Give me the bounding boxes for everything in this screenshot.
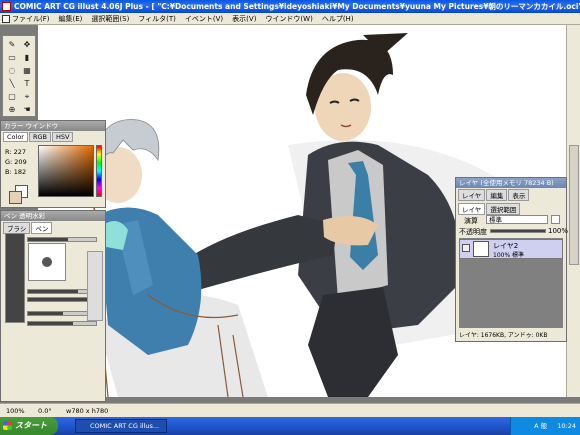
angle-readout: 0.0° xyxy=(38,407,52,415)
tab-selection[interactable]: 選択範囲 xyxy=(486,203,521,215)
ime-indicator[interactable]: A 般 xyxy=(534,422,547,430)
saturation-value-picker[interactable] xyxy=(38,145,94,197)
layer-opacity-slider[interactable] xyxy=(490,229,546,233)
menu-view[interactable]: 表示(V) xyxy=(232,14,256,24)
menu-filter[interactable]: フィルタ(T) xyxy=(138,14,176,24)
status-bar: 100% 0.0° w780 x h780 xyxy=(0,403,580,417)
hand-tool-icon[interactable]: ☚ xyxy=(20,104,34,115)
brush-dot-icon xyxy=(42,257,52,267)
blend-mode-label: 演算 xyxy=(464,217,478,225)
green-value: G: 209 xyxy=(5,158,27,166)
tab-hsv[interactable]: HSV xyxy=(52,132,74,142)
start-button[interactable]: スタート xyxy=(0,417,58,435)
scrollbar-thumb[interactable] xyxy=(569,145,579,265)
fill-tool-icon[interactable]: ▮ xyxy=(20,52,34,63)
tab-rgb[interactable]: RGB xyxy=(28,132,51,142)
water-slider[interactable] xyxy=(27,321,97,326)
line-tool-icon[interactable]: ╲ xyxy=(5,78,19,89)
texture-selector[interactable] xyxy=(87,251,103,321)
layer-thumbnail xyxy=(473,241,489,257)
menu-window[interactable]: ウインドウ(W) xyxy=(265,14,312,24)
canvas-size-readout: w780 x h780 xyxy=(66,407,109,415)
layer-mode-tabs: レイヤ 選択範囲 xyxy=(456,202,566,216)
menu-selection[interactable]: 選択範囲(S) xyxy=(91,14,129,24)
brush-size-slider[interactable] xyxy=(27,237,97,242)
tab-layer[interactable]: レイヤ xyxy=(458,203,486,215)
opacity-label: 不透明度 xyxy=(459,228,487,236)
zoom-tool-icon[interactable]: ⊕ xyxy=(5,104,19,115)
document-icon[interactable] xyxy=(2,15,10,23)
tool-palette: ✎ ✥ ▭ ▮ ◌ ▦ ╲ T ▢ ⌖ ⊕ ☚ xyxy=(2,35,36,117)
zoom-readout: 100% xyxy=(6,407,25,415)
blue-value: B: 182 xyxy=(5,168,27,176)
tab-pen[interactable]: ペン xyxy=(31,222,53,234)
layer-lock-icon[interactable] xyxy=(551,215,560,224)
window-title: COMIC ART CG illust 4.06J Plus - [ "C:¥D… xyxy=(14,2,580,11)
layer-panel-title: レイヤ (全使用メモリ 78234 B) xyxy=(456,178,566,188)
tab-layer-edit[interactable]: 編集 xyxy=(486,189,508,201)
title-bar: COMIC ART CG illust 4.06J Plus - [ "C:¥D… xyxy=(0,0,580,13)
eye-icon[interactable] xyxy=(462,244,470,252)
memory-status: レイヤ: 1676KB, アンドゥ: 0KB xyxy=(459,332,548,339)
opacity-value: 100% xyxy=(548,227,569,235)
red-value: R: 227 xyxy=(5,148,26,156)
menu-help[interactable]: ヘルプ(H) xyxy=(322,14,354,24)
pen-panel-title: ペン 透明水彩 xyxy=(1,211,105,221)
clock: 10:24 xyxy=(557,422,576,430)
hue-slider[interactable] xyxy=(96,145,102,197)
tab-color[interactable]: Color xyxy=(3,132,28,142)
tab-layer-menu[interactable]: レイヤ xyxy=(458,189,486,201)
layer-menu-tabs: レイヤ 編集 表示 xyxy=(456,188,566,202)
text-tool-icon[interactable]: T xyxy=(20,78,34,89)
foreground-color-swatch[interactable] xyxy=(9,191,22,204)
tab-layer-view[interactable]: 表示 xyxy=(508,189,530,201)
move-tool-icon[interactable]: ✥ xyxy=(20,39,34,50)
color-panel: カラー ウインドウ Color RGB HSV R: 227 G: 209 B:… xyxy=(0,120,106,208)
menu-file[interactable]: ファイル(F) xyxy=(12,14,50,24)
blend-mode-select[interactable]: 標準 xyxy=(486,215,548,224)
brush-preview xyxy=(28,243,66,281)
menu-bar: ファイル(F) 編集(E) 選択範囲(S) フィルタ(T) イベント(V) 表示… xyxy=(0,13,580,25)
taskbar: スタート COMIC ART CG illus... A 般 10:24 xyxy=(0,417,580,435)
rect-select-icon[interactable]: ▭ xyxy=(5,52,19,63)
color-panel-tabs: Color RGB HSV xyxy=(1,131,105,143)
system-tray: A 般 10:24 xyxy=(510,417,580,435)
menu-event[interactable]: イベント(V) xyxy=(185,14,223,24)
pen-panel: ペン 透明水彩 ブラシ ペン xyxy=(0,210,106,402)
eraser-tool-icon[interactable]: ▢ xyxy=(5,91,19,102)
taskbar-app-button[interactable]: COMIC ART CG illus... xyxy=(75,419,167,433)
canvas-scrollbar[interactable] xyxy=(566,25,580,397)
color-panel-title: カラー ウインドウ xyxy=(1,121,105,131)
gradient-tool-icon[interactable]: ▦ xyxy=(20,65,34,76)
lasso-tool-icon[interactable]: ◌ xyxy=(5,65,19,76)
app-icon xyxy=(2,2,11,11)
menu-edit[interactable]: 編集(E) xyxy=(59,14,83,24)
brush-presets[interactable] xyxy=(5,233,25,323)
pen-tool-icon[interactable]: ✎ xyxy=(5,39,19,50)
layer-info: 100% 標準 xyxy=(493,252,525,259)
eyedropper-icon[interactable]: ⌖ xyxy=(20,91,34,102)
layer-item[interactable]: レイヤ2 100% 標準 xyxy=(459,239,563,259)
layer-panel: レイヤ (全使用メモリ 78234 B) レイヤ 編集 表示 レイヤ 選択範囲 … xyxy=(455,177,569,342)
